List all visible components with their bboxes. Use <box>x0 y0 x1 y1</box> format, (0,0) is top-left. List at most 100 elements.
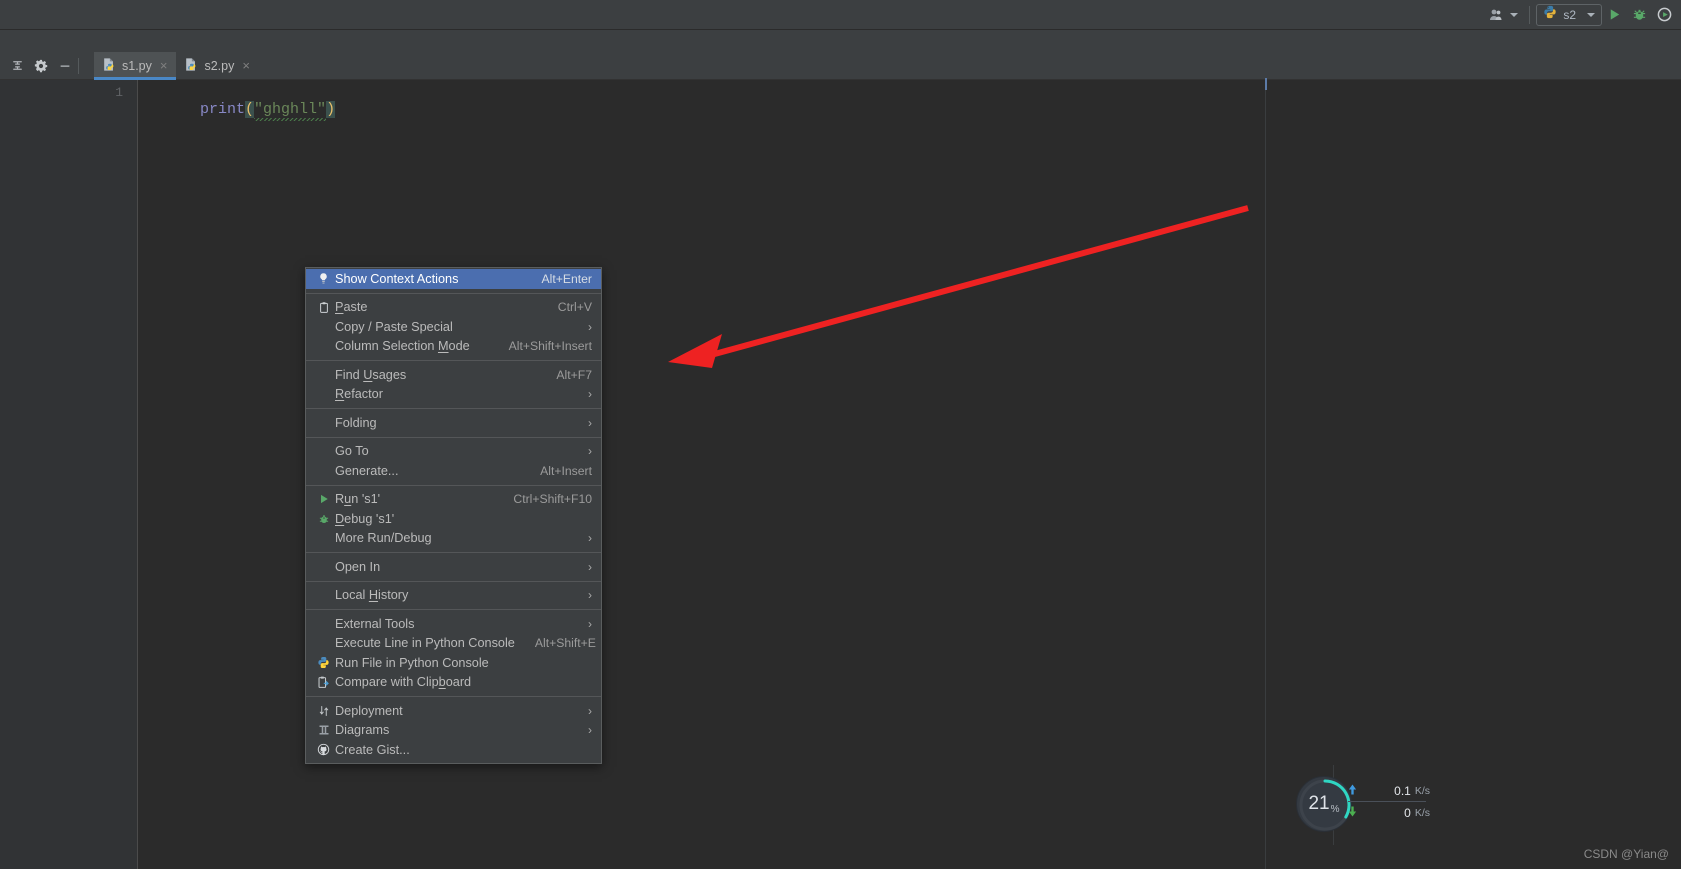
compare-clipboard-icon <box>315 676 332 689</box>
menu-item-compare-with-clipboard[interactable]: Compare with Clipboard <box>306 673 601 693</box>
menu-item-open-in[interactable]: Open In › <box>306 557 601 577</box>
menu-item-execute-line-in-python-console[interactable]: Execute Line in Python Console Alt+Shift… <box>306 634 601 654</box>
minimize-icon[interactable] <box>54 55 76 77</box>
menu-separator <box>306 696 601 697</box>
right-margin-line <box>1265 78 1267 869</box>
tab-s1-py[interactable]: s1.py × <box>94 51 177 80</box>
line-number: 1 <box>115 85 123 100</box>
watermark: CSDN @Yian@ <box>1583 847 1669 861</box>
debug-icon <box>315 513 332 525</box>
menu-item-label: Paste <box>335 300 368 315</box>
tab-s2-py[interactable]: s2.py × <box>176 52 258 80</box>
menu-separator <box>306 552 601 553</box>
menu-item-shortcut: Alt+Enter <box>541 271 592 286</box>
menu-item-diagrams[interactable]: Diagrams › <box>306 721 601 741</box>
editor-tab-bar: s1.py × s2.py × <box>0 51 1681 80</box>
menu-item-create-gist[interactable]: Create Gist... <box>306 740 601 760</box>
run-icon <box>315 493 332 505</box>
cpu-percent-symbol: % <box>1330 804 1340 815</box>
menu-item-label: Deployment <box>335 703 403 718</box>
system-monitor-widget[interactable]: 21 % 0.1 K/s 0 K/s <box>1296 776 1431 832</box>
debug-button[interactable] <box>1627 3 1652 27</box>
chevron-right-icon: › <box>588 444 592 459</box>
python-icon <box>1543 5 1557 24</box>
close-icon[interactable]: × <box>240 59 250 72</box>
menu-item-label: Find Usages <box>335 367 407 382</box>
run-button[interactable] <box>1602 3 1627 27</box>
code-editor[interactable]: 1 print("ghghll") <box>0 78 1681 869</box>
chevron-right-icon: › <box>588 588 592 603</box>
people-icon[interactable] <box>1484 3 1523 27</box>
chevron-down-icon <box>1510 12 1519 17</box>
menu-item-label: Go To <box>335 444 369 459</box>
spellcheck-squiggle <box>254 118 327 121</box>
menu-item-local-history[interactable]: Local History › <box>306 586 601 606</box>
menu-item-debug-s1[interactable]: Debug 's1' <box>306 509 601 529</box>
chevron-right-icon: › <box>588 723 592 738</box>
menu-item-column-selection-mode[interactable]: Column Selection Mode Alt+Shift+Insert <box>306 337 601 357</box>
main-toolbar: s2 <box>0 0 1681 30</box>
editor-context-menu[interactable]: Show Context Actions Alt+Enter Paste Ctr… <box>305 267 602 764</box>
chevron-down-icon <box>1587 12 1595 17</box>
run-configuration-selector[interactable]: s2 <box>1536 3 1602 26</box>
upload-speed-row: 0.1 K/s <box>1348 780 1430 801</box>
collapse-all-icon[interactable] <box>6 55 28 77</box>
code-string-wrap: "ghghll" <box>254 101 327 121</box>
python-icon <box>315 656 332 669</box>
chevron-right-icon: › <box>588 319 592 334</box>
chevron-right-icon: › <box>588 531 592 546</box>
menu-item-shortcut: Alt+Insert <box>540 463 592 478</box>
cpu-gauge: 21 % <box>1296 776 1352 832</box>
code-close-paren: ) <box>326 101 336 118</box>
menu-item-shortcut: Ctrl+V <box>557 300 592 315</box>
menu-item-more-run-debug[interactable]: More Run/Debug › <box>306 529 601 549</box>
menu-item-label: Refactor <box>335 387 383 402</box>
menu-item-label: Run File in Python Console <box>335 655 489 670</box>
menu-item-label: Folding <box>335 415 377 430</box>
annotation-arrow-icon <box>668 205 1249 368</box>
menu-item-paste[interactable]: Paste Ctrl+V <box>306 298 601 318</box>
menu-separator <box>306 484 601 486</box>
code-function: print <box>200 101 246 118</box>
menu-separator <box>306 436 601 438</box>
menu-item-generate[interactable]: Generate... Alt+Insert <box>306 461 601 481</box>
menu-item-copy-paste-special[interactable]: Copy / Paste Special › <box>306 317 601 337</box>
chevron-right-icon: › <box>588 387 592 402</box>
menu-item-go-to[interactable]: Go To › <box>306 442 601 462</box>
menu-item-label: External Tools <box>335 616 415 631</box>
editor-gutter[interactable]: 1 <box>0 80 138 869</box>
download-unit: K/s <box>1414 806 1430 819</box>
run-with-coverage-button[interactable] <box>1652 3 1677 27</box>
menu-item-deployment[interactable]: Deployment › <box>306 701 601 721</box>
menu-item-run-file-in-python-console[interactable]: Run File in Python Console <box>306 653 601 673</box>
clipboard-icon <box>315 301 332 314</box>
menu-item-show-context-actions[interactable]: Show Context Actions Alt+Enter <box>306 269 601 289</box>
menu-item-label: Local History <box>335 588 409 603</box>
menu-item-external-tools[interactable]: External Tools › <box>306 614 601 634</box>
tab-toolbar-divider <box>78 57 79 74</box>
menu-item-label: Copy / Paste Special <box>335 319 453 334</box>
tab-label: s1.py <box>122 58 152 73</box>
menu-item-label: Diagrams <box>335 723 390 738</box>
menu-item-shortcut: Alt+F7 <box>556 367 592 382</box>
menu-item-label: Execute Line in Python Console <box>335 636 515 651</box>
deployment-icon <box>315 705 332 717</box>
lightbulb-icon <box>315 272 332 285</box>
menu-separator <box>306 408 601 409</box>
menu-item-shortcut: Alt+Shift+E <box>534 636 596 651</box>
upload-unit: K/s <box>1414 784 1430 797</box>
up-arrow-icon <box>1348 784 1357 798</box>
chevron-right-icon: › <box>588 559 592 574</box>
menu-item-run-s1[interactable]: Run 's1' Ctrl+Shift+F10 <box>306 490 601 510</box>
menu-item-find-usages[interactable]: Find Usages Alt+F7 <box>306 365 601 385</box>
menu-item-refactor[interactable]: Refactor › <box>306 385 601 405</box>
menu-item-folding[interactable]: Folding › <box>306 413 601 433</box>
menu-separator <box>306 292 601 294</box>
menu-item-label: Create Gist... <box>335 742 410 757</box>
close-icon[interactable]: × <box>158 59 168 72</box>
menu-item-label: Open In <box>335 559 381 574</box>
menu-separator <box>306 360 601 361</box>
menu-separator <box>306 580 601 582</box>
menu-item-label: Generate... <box>335 463 399 478</box>
gear-icon[interactable] <box>30 55 52 77</box>
